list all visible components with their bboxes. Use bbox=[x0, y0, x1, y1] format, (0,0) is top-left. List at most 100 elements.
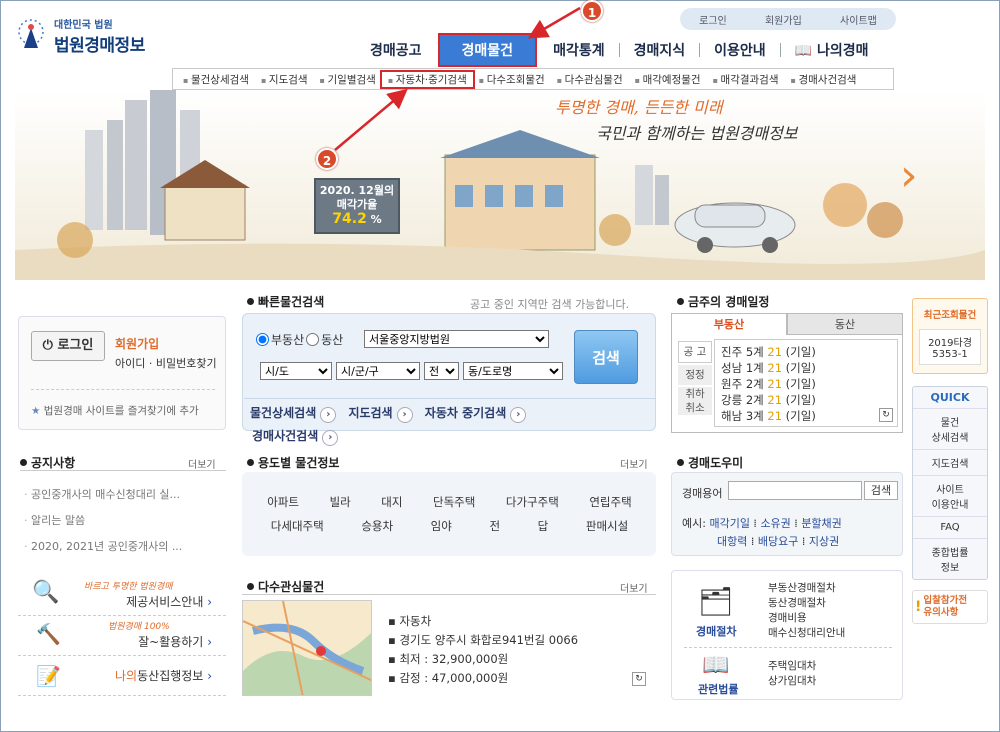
dong-select[interactable]: 동/도로명 bbox=[463, 362, 563, 380]
top-link-login[interactable]: 로그인 bbox=[699, 12, 727, 27]
nav-auction-items[interactable]: 경매물건 bbox=[437, 33, 538, 67]
promo-movable-info[interactable]: 📝 나의 동산집행정보 › bbox=[18, 656, 226, 696]
term-search-input[interactable] bbox=[728, 481, 862, 500]
tab-real-estate[interactable]: 부동산 bbox=[671, 313, 787, 335]
usage-villa[interactable]: 빌라 bbox=[330, 494, 351, 510]
multi-more-link[interactable]: 더보기 bbox=[620, 580, 648, 595]
notice-item[interactable]: 알리는 말씀 bbox=[24, 512, 182, 528]
usage-land[interactable]: 대지 bbox=[381, 494, 402, 510]
example-term[interactable]: 소유권 bbox=[760, 517, 790, 530]
usage-house[interactable]: 단독주택 bbox=[433, 494, 475, 510]
usage-car[interactable]: 승용차 bbox=[361, 518, 393, 534]
usage-field[interactable]: 전 bbox=[489, 518, 500, 534]
recent-item[interactable]: 2019타경 5353-1 bbox=[919, 329, 981, 365]
quick-search-button[interactable]: 검색 bbox=[574, 330, 638, 384]
subnav-most-interest[interactable]: 다수관심물건 bbox=[551, 72, 629, 87]
schedule-row[interactable]: 성남 1계 21 (기일) bbox=[721, 360, 891, 376]
nav-my-auction[interactable]: 📖 나의경매 bbox=[781, 40, 883, 60]
quick-map-search[interactable]: 지도검색 bbox=[913, 449, 987, 475]
side-label-correction[interactable]: 정정 bbox=[678, 365, 712, 385]
tab-movable[interactable]: 동산 bbox=[787, 313, 903, 335]
quick-law-info[interactable]: 종합법률 정보 bbox=[913, 538, 987, 579]
nav-auction-knowledge[interactable]: 경매지식 bbox=[620, 40, 700, 60]
example-term[interactable]: 분할채권 bbox=[801, 517, 841, 530]
usage-forest[interactable]: 임야 bbox=[431, 518, 452, 534]
law-label[interactable]: 관련법률 bbox=[698, 681, 738, 697]
notice-item[interactable]: 공인중개사의 매수신청대리 실... bbox=[24, 486, 182, 502]
nav-usage-guide[interactable]: 이용안내 bbox=[700, 40, 780, 60]
find-account-link[interactable]: 아이디 · 비밀번호찾기 bbox=[115, 355, 217, 371]
subnav-date-search[interactable]: 기일별검색 bbox=[314, 72, 382, 87]
schedule-row[interactable]: 해남 3계 21 (기일) bbox=[721, 408, 891, 424]
court-select[interactable]: 서울중앙지방법원 bbox=[364, 330, 549, 348]
chevron-right-icon[interactable]: › bbox=[322, 430, 339, 446]
subnav-sale-results[interactable]: 매각결과검색 bbox=[707, 72, 785, 87]
sigungu-select[interactable]: 시/군/구 bbox=[336, 362, 420, 380]
schedule-row[interactable]: 강릉 2계 21 (기일) bbox=[721, 392, 891, 408]
promo-usage-tips[interactable]: 🔨 법원경매 100% 잘~활용하기 › bbox=[18, 616, 226, 656]
law-link[interactable]: 상가임대차 bbox=[768, 674, 816, 689]
side-label-notice[interactable]: 공 고 bbox=[678, 341, 712, 363]
radio-real-estate[interactable] bbox=[256, 333, 269, 346]
jeon-select[interactable]: 전 bbox=[424, 362, 459, 380]
example-term[interactable]: 배당요구 bbox=[758, 535, 798, 548]
quick-faq[interactable]: FAQ bbox=[913, 516, 987, 538]
usage-multi-house[interactable]: 다가구주택 bbox=[506, 494, 559, 510]
term-search-button[interactable]: 검색 bbox=[864, 481, 898, 500]
quick-link-vehicle[interactable]: 자동차 중기검색 bbox=[425, 406, 506, 420]
chevron-right-icon[interactable]: › bbox=[510, 407, 527, 423]
procedure-link[interactable]: 매수신청대리안내 bbox=[768, 626, 845, 641]
procedure-link[interactable]: 부동산경매절차 bbox=[768, 581, 845, 596]
example-term[interactable]: 지상권 bbox=[809, 535, 839, 548]
side-label-withdraw[interactable]: 취하 bbox=[678, 387, 712, 401]
usage-row-house[interactable]: 연립주택 bbox=[589, 494, 631, 510]
quick-link-case[interactable]: 경매사건검색 bbox=[252, 429, 318, 443]
schedule-row[interactable]: 진주 5계 21 (기일) bbox=[721, 344, 891, 360]
procedure-link[interactable]: 경매비용 bbox=[768, 611, 845, 626]
sido-select[interactable]: 시/도 bbox=[260, 362, 332, 380]
subnav-detail-search[interactable]: 물건상세검색 bbox=[177, 72, 255, 87]
site-logo[interactable]: 대한민국 법원 법원경매정보 bbox=[14, 16, 145, 56]
subnav-map-search[interactable]: 지도검색 bbox=[255, 72, 314, 87]
notice-item[interactable]: 2020, 2021년 공인중개사의 ... bbox=[24, 538, 182, 554]
chevron-right-icon[interactable]: › bbox=[396, 407, 413, 423]
law-link[interactable]: 주택임대차 bbox=[768, 659, 816, 674]
quick-link-map[interactable]: 지도검색 bbox=[348, 406, 392, 420]
top-link-join[interactable]: 회원가입 bbox=[765, 12, 802, 27]
usage-retail[interactable]: 판매시설 bbox=[586, 518, 628, 534]
usage-multi-unit[interactable]: 다세대주택 bbox=[271, 518, 324, 534]
side-label-cancel[interactable]: 취소 bbox=[678, 401, 712, 415]
nav-auction-notice[interactable]: 경매공고 bbox=[356, 40, 436, 60]
example-term[interactable]: 대항력 bbox=[717, 535, 747, 548]
favorite-link[interactable]: ★ 법원경매 사이트를 즐겨찾기에 추가 bbox=[31, 403, 199, 418]
subnav-most-viewed[interactable]: 다수조회물건 bbox=[473, 72, 551, 87]
refresh-icon[interactable]: ↻ bbox=[632, 672, 646, 686]
chevron-right-icon[interactable]: › bbox=[320, 407, 337, 423]
multi-item-type[interactable]: ▪ 자동차 bbox=[388, 612, 578, 631]
quick-site-guide[interactable]: 사이트 이용안내 bbox=[913, 475, 987, 516]
promo-movable-prefix: 나의 bbox=[115, 669, 138, 683]
usage-paddy[interactable]: 답 bbox=[538, 518, 549, 534]
procedure-link[interactable]: 동산경매절차 bbox=[768, 596, 845, 611]
usage-apartment[interactable]: 아파트 bbox=[267, 494, 299, 510]
schedule-row[interactable]: 원주 2계 21 (기일) bbox=[721, 376, 891, 392]
example-term[interactable]: 매각기일 bbox=[709, 517, 749, 530]
chevron-right-icon[interactable]: › bbox=[900, 150, 918, 201]
usage-more-link[interactable]: 더보기 bbox=[620, 456, 648, 471]
subnav-case-search[interactable]: 경매사건검색 bbox=[785, 72, 863, 87]
nav-sale-stats[interactable]: 매각통계 bbox=[539, 40, 619, 60]
refresh-icon[interactable]: ↻ bbox=[879, 408, 893, 422]
procedure-label[interactable]: 경매절차 bbox=[696, 623, 736, 639]
login-button[interactable]: ⏻ 로그인 bbox=[31, 331, 105, 361]
location-map[interactable] bbox=[242, 600, 372, 696]
join-link[interactable]: 회원가입 bbox=[115, 335, 159, 352]
top-link-sitemap[interactable]: 사이트맵 bbox=[840, 12, 877, 27]
notice-more-link[interactable]: 더보기 bbox=[188, 456, 216, 471]
bid-caution-link[interactable]: ! 입찰참가전 유의사항 bbox=[912, 590, 988, 624]
radio-movable[interactable] bbox=[306, 333, 320, 346]
quick-detail-search[interactable]: 물건 상세검색 bbox=[913, 408, 987, 449]
subnav-upcoming-sale[interactable]: 매각예정물건 bbox=[629, 72, 707, 87]
subnav-vehicle-search[interactable]: 자동차·중기검색 bbox=[379, 69, 475, 89]
quick-link-detail[interactable]: 물건상세검색 bbox=[250, 406, 316, 420]
promo-service-guide[interactable]: 🔍 바르고 투명한 법원경매 제공서비스안내 › bbox=[18, 576, 226, 616]
